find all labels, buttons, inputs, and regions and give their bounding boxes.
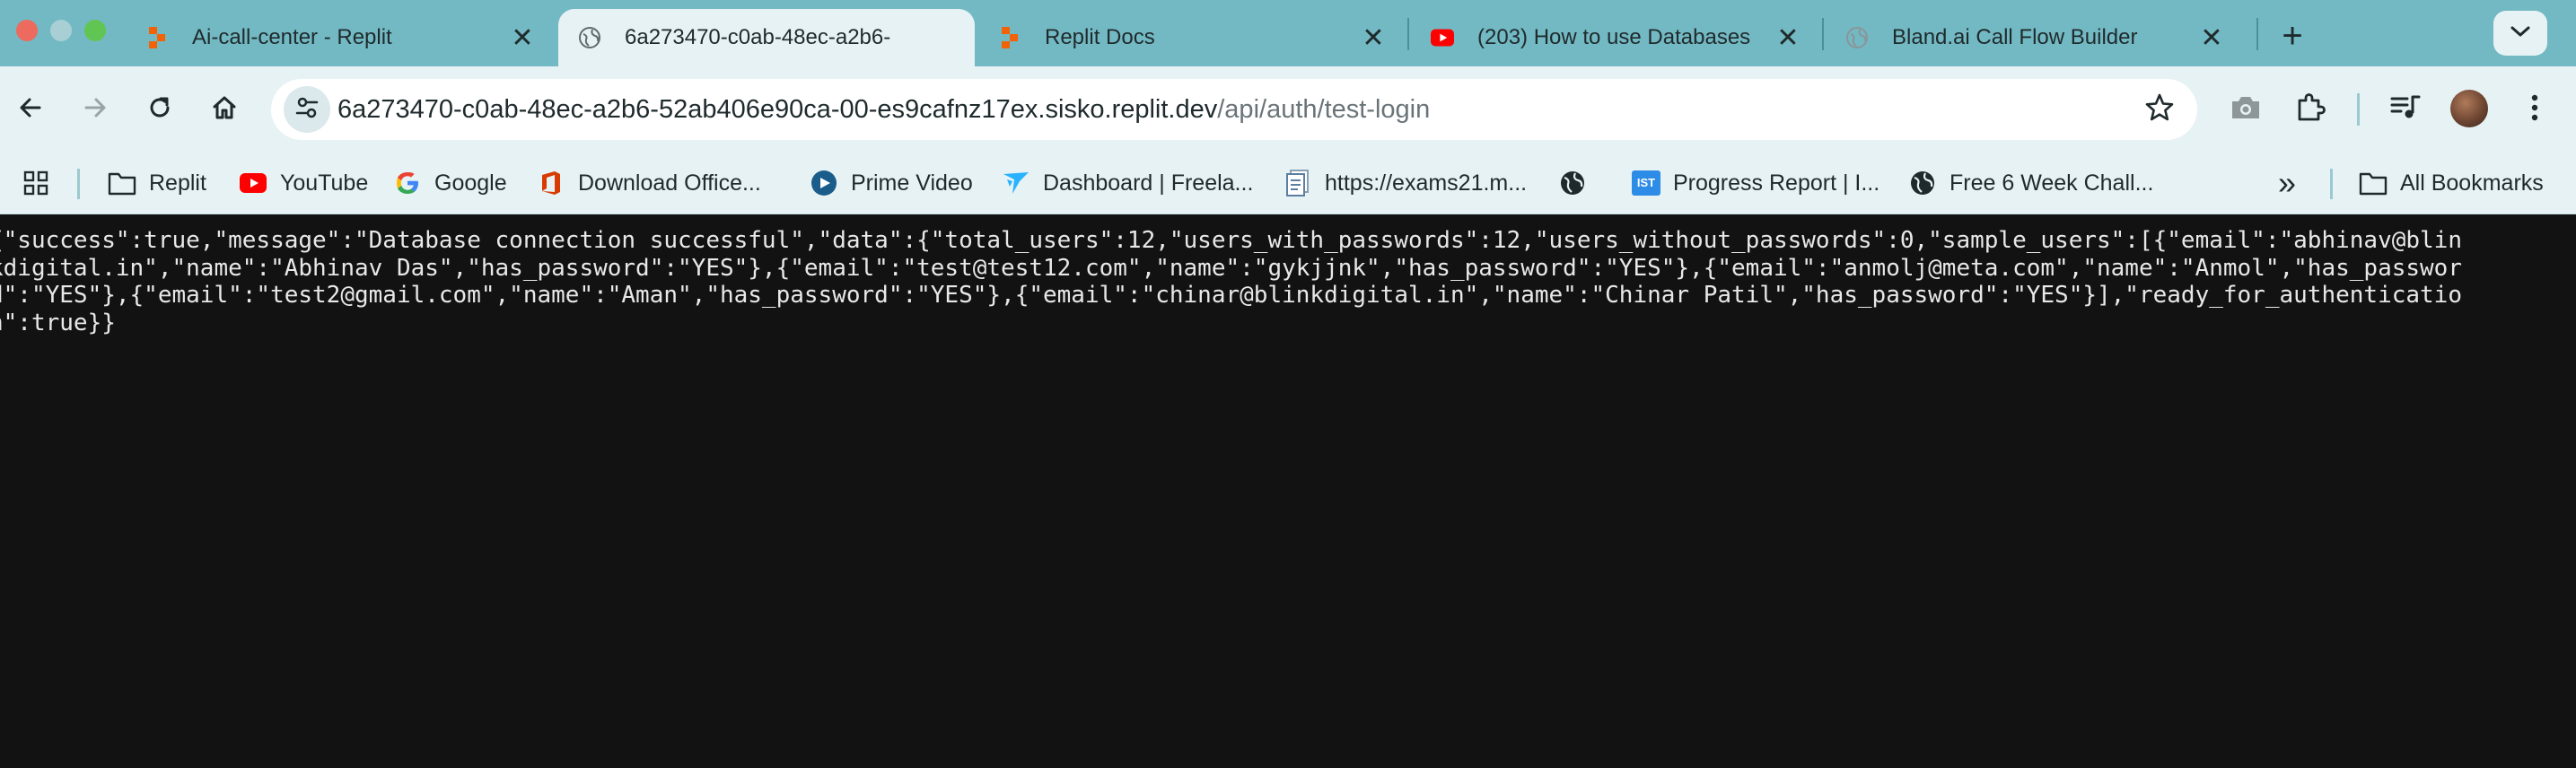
ist-icon: IST (1632, 169, 1660, 197)
bookmark-label: Dashboard | Freela... (1043, 170, 1254, 196)
screenshot-button[interactable] (2224, 88, 2267, 131)
playlist-music-icon (2389, 93, 2422, 127)
profile-avatar[interactable] (2450, 90, 2488, 127)
apps-button[interactable] (22, 153, 50, 214)
all-bookmarks-button[interactable]: All Bookmarks (2359, 153, 2544, 214)
apps-grid-icon (22, 169, 50, 197)
tab-title: (203) How to use Databases (1477, 25, 1751, 49)
tab-close-icon[interactable]: ✕ (1361, 23, 1386, 53)
tab-bland-ai[interactable]: Bland.ai Call Flow Builder ✕ (1826, 9, 2244, 66)
bookmark-label: Prime Video (851, 170, 973, 196)
bookmark-label: Progress Report | I... (1673, 170, 1880, 196)
tab-close-icon[interactable]: ✕ (510, 23, 535, 53)
bookmark-label: YouTube (280, 170, 369, 196)
media-controls-button[interactable] (2384, 88, 2427, 131)
tab-test-login[interactable]: 6a273470-c0ab-48ec-a2b6- (558, 9, 975, 66)
window-maximize-button[interactable] (84, 20, 106, 41)
globe-icon (578, 26, 601, 49)
tab-youtube-databases[interactable]: (203) How to use Databases ✕ (1411, 9, 1820, 66)
bookmark-label: Free 6 Week Chall... (1950, 170, 2154, 196)
browser-toolbar: 6a273470-c0ab-48ec-a2b6-52ab406e90ca-00-… (0, 66, 2576, 153)
google-icon (393, 169, 422, 197)
arrow-left-icon (16, 93, 45, 127)
bookmark-freelancer-dashboard[interactable]: Dashboard | Freela... (1002, 153, 1253, 214)
bookmark-label: Google (434, 170, 507, 196)
chevron-down-icon (2510, 24, 2531, 43)
star-icon (2144, 92, 2175, 127)
tune-icon (294, 95, 320, 125)
bookmark-exams21[interactable]: https://exams21.m... (1284, 153, 1527, 214)
reload-icon (145, 93, 174, 127)
tab-ai-call-center[interactable]: Ai-call-center - Replit ✕ (126, 9, 555, 66)
puzzle-icon (2294, 92, 2326, 128)
tab-separator (2256, 18, 2258, 50)
bookmark-label: https://exams21.m... (1325, 170, 1528, 196)
bookmark-label: Replit (149, 170, 206, 196)
tab-close-icon[interactable]: ✕ (1775, 23, 1801, 53)
tab-title: Replit Docs (1045, 25, 1155, 49)
youtube-icon (1431, 26, 1454, 49)
toolbar-divider (2357, 93, 2360, 126)
bookmark-download-office[interactable]: Download Office... (537, 153, 761, 214)
bookmark-label: Download Office... (578, 170, 761, 196)
camera-icon (2230, 94, 2262, 126)
bookmarks-divider (2330, 169, 2333, 199)
address-bar[interactable]: 6a273470-c0ab-48ec-a2b6-52ab406e90ca-00-… (271, 79, 2197, 140)
document-icon (1284, 169, 1312, 197)
window-minimize-button[interactable] (50, 20, 72, 41)
bookmark-google[interactable]: Google (393, 153, 507, 214)
chevron-double-right-icon: » (2278, 164, 2297, 201)
freelancer-icon (1002, 169, 1030, 197)
tab-replit-docs[interactable]: Replit Docs ✕ (978, 9, 1406, 66)
tab-close-icon[interactable]: ✕ (2199, 23, 2224, 53)
globe-icon (1908, 169, 1937, 197)
home-button[interactable] (201, 86, 248, 133)
tab-strip: Ai-call-center - Replit ✕ 6a273470-c0ab-… (0, 0, 2576, 66)
back-button[interactable] (7, 86, 54, 133)
bookmark-replit[interactable]: Replit (108, 153, 206, 214)
bookmark-globe[interactable] (1558, 153, 1587, 214)
tab-search-button[interactable] (2493, 11, 2547, 56)
window-close-button[interactable] (16, 20, 38, 41)
replit-icon (998, 26, 1021, 49)
bookmark-youtube[interactable]: YouTube (239, 153, 368, 214)
extensions-button[interactable] (2289, 88, 2332, 131)
globe-icon (1845, 26, 1869, 49)
ist-badge: IST (1632, 170, 1660, 196)
folder-icon (2359, 169, 2388, 197)
url-path: /api/auth/test-login (1217, 95, 1431, 124)
bookmark-star-button[interactable] (2142, 92, 2177, 127)
site-info-button[interactable] (284, 86, 330, 133)
tab-separator (1407, 18, 1409, 50)
globe-icon (1558, 169, 1587, 197)
replit-icon (145, 26, 169, 49)
arrow-right-icon (81, 93, 110, 127)
page-content: {"success":true,"message":"Database conn… (0, 214, 2576, 768)
bookmarks-bar: Replit YouTube Google Download Office...… (0, 153, 2576, 214)
home-icon (210, 93, 239, 127)
tab-title: Ai-call-center - Replit (192, 25, 392, 49)
url-host: 6a273470-c0ab-48ec-a2b6-52ab406e90ca-00-… (337, 95, 1218, 124)
reload-button[interactable] (136, 86, 183, 133)
new-tab-button[interactable]: + (2271, 14, 2314, 57)
prime-video-icon (810, 169, 838, 197)
youtube-icon (239, 169, 267, 197)
tab-title: Bland.ai Call Flow Builder (1892, 25, 2138, 49)
bookmark-progress-report[interactable]: IST Progress Report | I... (1632, 153, 1879, 214)
bookmarks-divider (77, 169, 80, 199)
forward-button[interactable] (72, 86, 118, 133)
bookmark-prime-video[interactable]: Prime Video (810, 153, 973, 214)
all-bookmarks-label: All Bookmarks (2400, 170, 2544, 196)
tab-title: 6a273470-c0ab-48ec-a2b6- (625, 25, 891, 49)
url-text[interactable]: 6a273470-c0ab-48ec-a2b6-52ab406e90ca-00-… (337, 79, 1430, 140)
browser-menu-button[interactable] (2513, 88, 2556, 131)
tab-separator (1822, 18, 1824, 50)
office-icon (537, 169, 565, 197)
more-vertical-icon (2530, 93, 2539, 127)
bookmark-free-6-week-challenge[interactable]: Free 6 Week Chall... (1908, 153, 2153, 214)
json-response-text: {"success":true,"message":"Database conn… (0, 227, 2462, 336)
folder-icon (108, 169, 136, 197)
bookmarks-overflow-button[interactable]: » (2278, 153, 2296, 214)
